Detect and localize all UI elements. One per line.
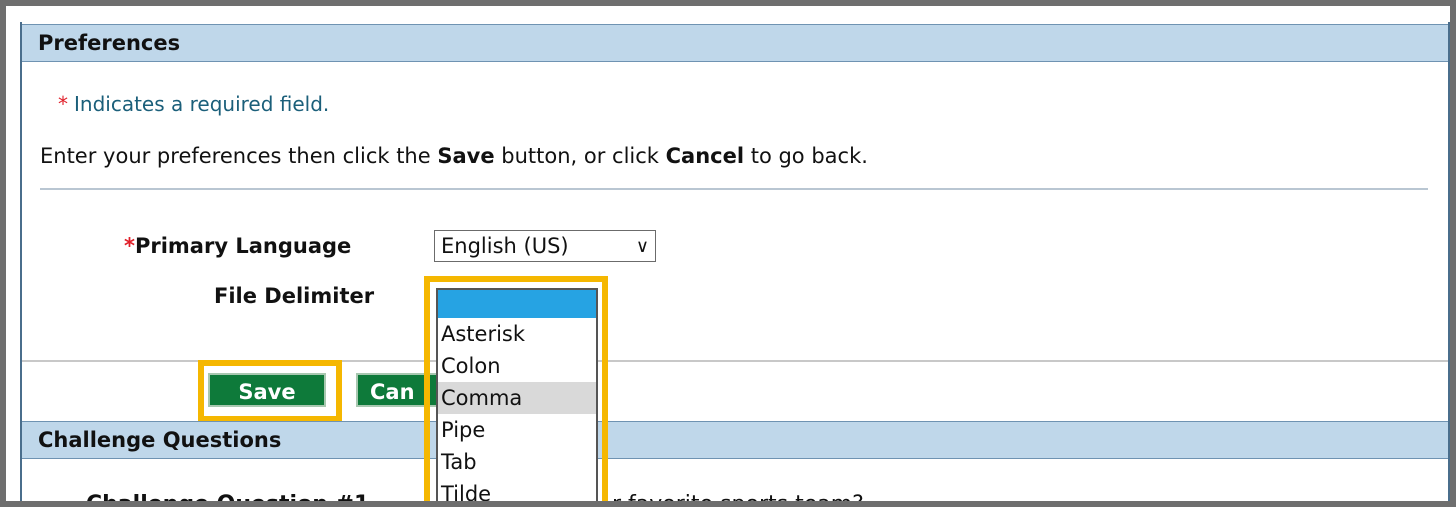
instructions-part3: to go back. — [744, 144, 868, 168]
file-delimiter-label: File Delimiter — [214, 284, 375, 308]
instructions-text: Enter your preferences then click the Sa… — [40, 144, 868, 168]
primary-language-value: English (US) — [441, 234, 569, 258]
instructions-save-word: Save — [437, 144, 495, 168]
content-panel: Preferences * Indicates a required field.… — [20, 22, 1450, 507]
window-frame: Preferences * Indicates a required field.… — [0, 0, 1456, 507]
primary-language-label: *Primary Language — [124, 234, 351, 258]
challenge-question-1-label: Challenge Question #1 — [86, 492, 370, 507]
instructions-part2: button, or click — [494, 144, 666, 168]
chevron-down-icon: ∨ — [635, 236, 649, 257]
section-divider — [40, 188, 1428, 190]
primary-language-required-star: * — [124, 234, 135, 258]
required-field-note: * Indicates a required field. — [58, 92, 329, 116]
primary-language-select[interactable]: English (US) ∨ — [434, 230, 656, 262]
preferences-header: Preferences — [22, 24, 1448, 62]
required-star: * — [58, 92, 68, 116]
challenge-questions-header: Challenge Questions — [22, 421, 1448, 459]
primary-language-label-text: Primary Language — [134, 234, 352, 258]
instructions-cancel-word: Cancel — [665, 144, 745, 168]
challenge-question-1-text: r favorite sports team? — [612, 492, 864, 507]
dropdown-highlight — [424, 276, 608, 501]
instructions-part1: Enter your preferences then click the — [40, 144, 438, 168]
save-button-highlight — [198, 360, 342, 422]
required-note-text: Indicates a required field. — [74, 92, 330, 116]
